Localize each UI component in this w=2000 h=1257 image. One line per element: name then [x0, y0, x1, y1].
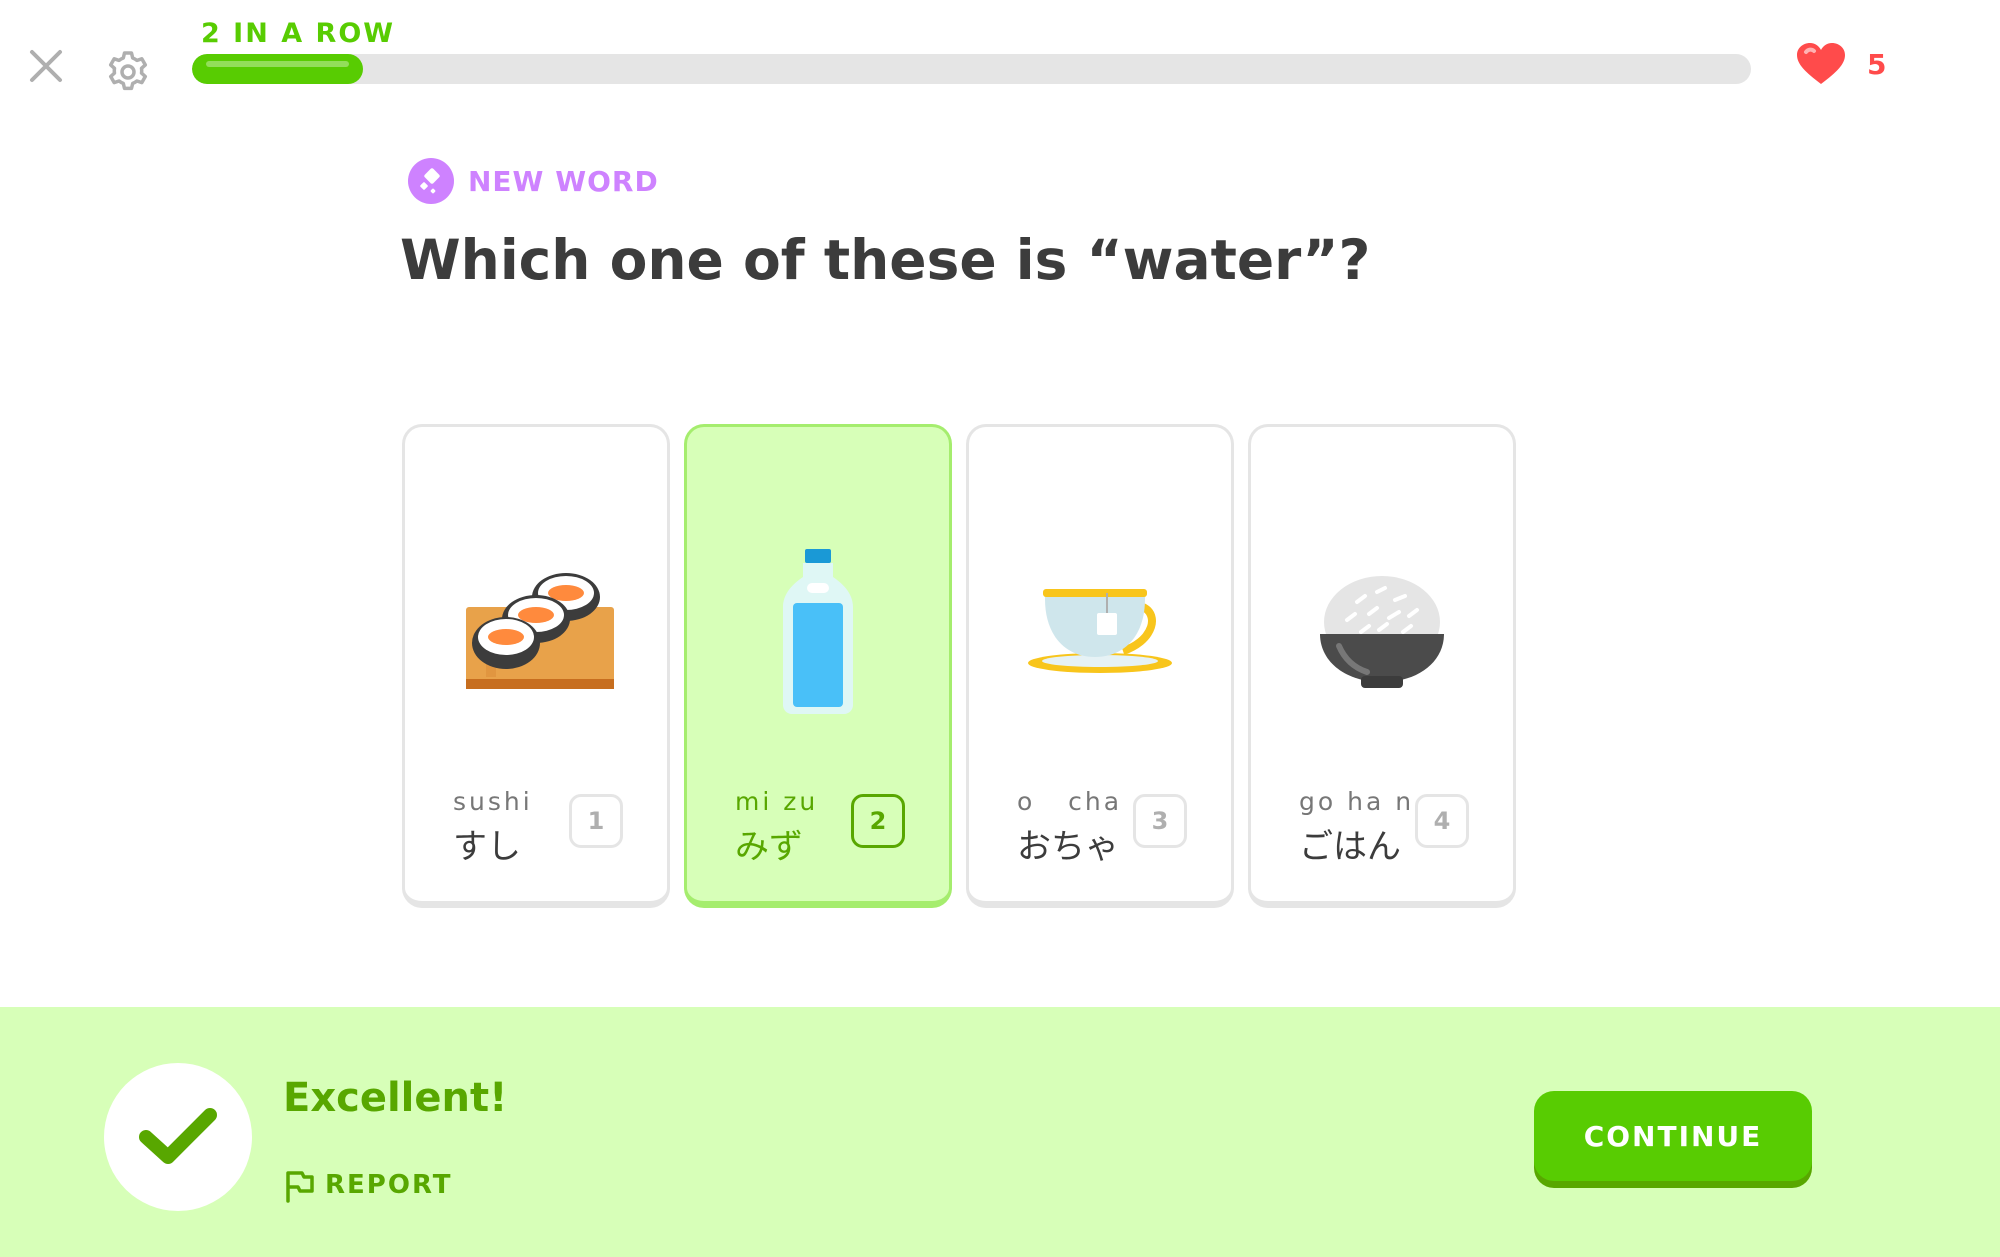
lesson-progress-fill: [192, 54, 364, 84]
lesson-screen: 2 IN A ROW 5 NEW WORD Which one of these…: [0, 0, 2000, 1257]
question-prompt: Which one of these is “water”?: [400, 228, 1371, 292]
choice-card-sushi[interactable]: sushi すし 1: [402, 424, 670, 908]
settings-button[interactable]: [100, 44, 156, 100]
choice-romaji: go ha n: [1299, 787, 1415, 816]
rice-bowl-icon: [1320, 576, 1444, 688]
continue-button[interactable]: CONTINUE: [1534, 1091, 1812, 1181]
water-bottle-icon: [783, 549, 853, 714]
close-icon: [30, 50, 62, 82]
choice-key-hint: 1: [569, 794, 623, 848]
choice-key-hint: 3: [1133, 794, 1187, 848]
report-button[interactable]: REPORT: [283, 1167, 453, 1203]
choice-kana: ごはん: [1299, 827, 1401, 867]
new-word-label: NEW WORD: [468, 164, 659, 198]
heart-icon: [1797, 43, 1845, 84]
choice-kana: みず: [735, 827, 803, 867]
gear-icon: [108, 51, 148, 91]
new-word-tag: NEW WORD: [408, 158, 659, 204]
streak-label: 2 IN A ROW: [201, 18, 396, 49]
flag-icon: [286, 1171, 314, 1203]
choice-romaji: o cha: [1017, 787, 1123, 816]
choice-card-gohan[interactable]: go ha n ごはん 4: [1248, 424, 1516, 908]
choice-key-hint: 2: [851, 794, 905, 848]
choice-key-hint: 4: [1415, 794, 1469, 848]
sushi-icon: [466, 573, 614, 689]
new-word-icon: [408, 158, 454, 204]
feedback-panel: Excellent! REPORT CONTINUE: [0, 1007, 2000, 1257]
success-badge: [104, 1063, 252, 1211]
lesson-progress-bar: [192, 54, 1751, 84]
hearts-indicator[interactable]: 5: [1795, 42, 1886, 86]
choice-card-ocha[interactable]: o cha おちゃ 3: [966, 424, 1234, 908]
choice-romaji: mi zu: [735, 787, 819, 816]
choice-kana: すし: [453, 827, 521, 867]
checkmark-icon: [139, 1108, 217, 1164]
close-button[interactable]: [20, 40, 72, 92]
choice-kana: おちゃ: [1017, 827, 1119, 867]
report-label: REPORT: [325, 1170, 453, 1200]
feedback-title: Excellent!: [283, 1075, 508, 1121]
choice-romaji: sushi: [453, 787, 533, 816]
tea-cup-icon: [1028, 589, 1172, 673]
choice-card-mizu[interactable]: mi zu みず 2: [684, 424, 952, 908]
hearts-count: 5: [1867, 47, 1887, 81]
